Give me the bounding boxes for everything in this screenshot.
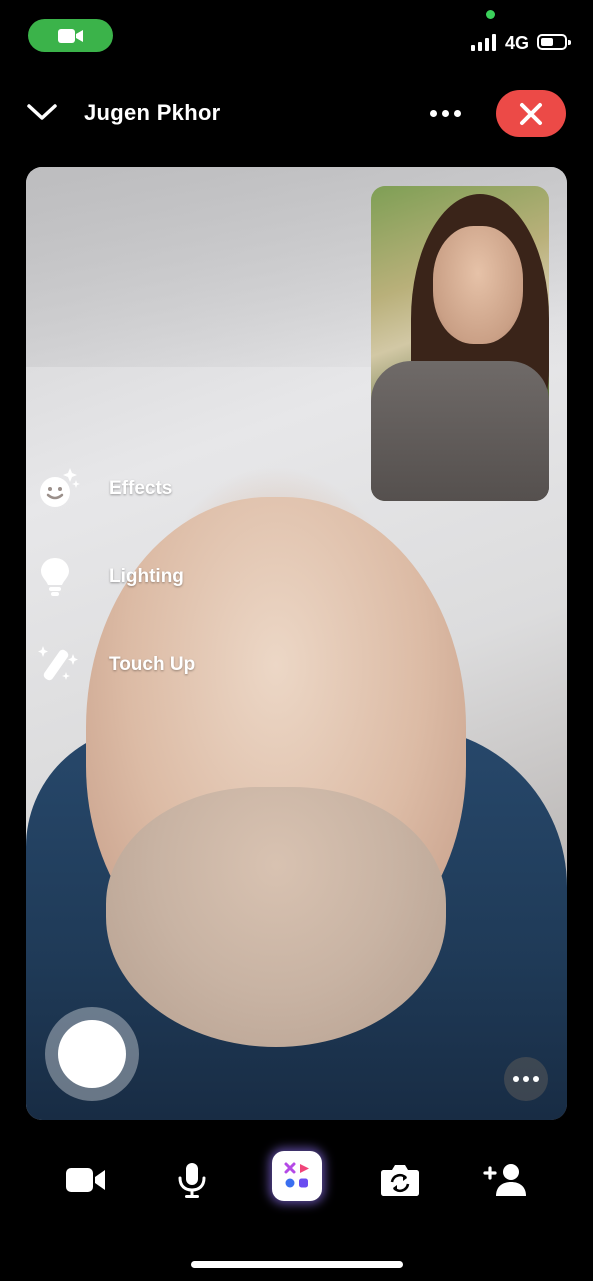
end-call-button[interactable] bbox=[496, 90, 566, 137]
video-subject-face bbox=[106, 787, 446, 1047]
lightbulb-icon bbox=[36, 554, 82, 600]
capture-photo-button[interactable] bbox=[45, 1007, 139, 1101]
effects-icon bbox=[284, 1162, 309, 1188]
effects-button[interactable] bbox=[272, 1151, 322, 1201]
add-person-icon bbox=[483, 1164, 526, 1196]
add-participant-button[interactable] bbox=[480, 1154, 532, 1206]
touch-up-label: Touch Up bbox=[109, 654, 196, 675]
more-icon bbox=[430, 110, 437, 117]
toggle-video-button[interactable] bbox=[60, 1154, 112, 1206]
video-camera-icon bbox=[57, 28, 83, 43]
status-bar: 4G bbox=[0, 0, 593, 80]
lighting-label: Lighting bbox=[109, 566, 184, 587]
flip-camera-button[interactable] bbox=[374, 1154, 426, 1206]
video-more-button[interactable] bbox=[504, 1057, 548, 1101]
close-icon bbox=[520, 102, 542, 125]
call-header: Jugen Pkhor bbox=[0, 88, 593, 140]
effects-label: Effects bbox=[109, 478, 173, 499]
self-view-face bbox=[433, 226, 523, 344]
lighting-menu-item[interactable]: Lighting bbox=[36, 554, 184, 600]
caller-name: Jugen Pkhor bbox=[84, 100, 221, 125]
camera-in-use-dot bbox=[486, 10, 495, 19]
home-indicator[interactable] bbox=[191, 1261, 403, 1268]
smiley-sparkle-icon bbox=[36, 466, 82, 512]
self-view-video[interactable] bbox=[371, 186, 549, 501]
flip-camera-icon bbox=[381, 1165, 419, 1196]
signal-icon bbox=[471, 34, 496, 51]
microphone-icon bbox=[178, 1163, 206, 1198]
touch-up-menu-item[interactable]: Touch Up bbox=[36, 642, 195, 688]
toggle-microphone-button[interactable] bbox=[166, 1154, 218, 1206]
chevron-down-icon[interactable] bbox=[26, 100, 58, 124]
network-type: 4G bbox=[505, 33, 530, 53]
shutter-icon bbox=[58, 1020, 126, 1088]
more-icon bbox=[513, 1076, 519, 1082]
effects-menu-item[interactable]: Effects bbox=[36, 466, 172, 512]
active-call-pill[interactable] bbox=[28, 19, 113, 52]
self-view-clothing bbox=[371, 361, 549, 501]
magic-wand-icon bbox=[36, 642, 82, 688]
battery-icon bbox=[537, 34, 571, 50]
video-camera-icon bbox=[66, 1168, 105, 1192]
more-options-button[interactable] bbox=[430, 110, 461, 117]
